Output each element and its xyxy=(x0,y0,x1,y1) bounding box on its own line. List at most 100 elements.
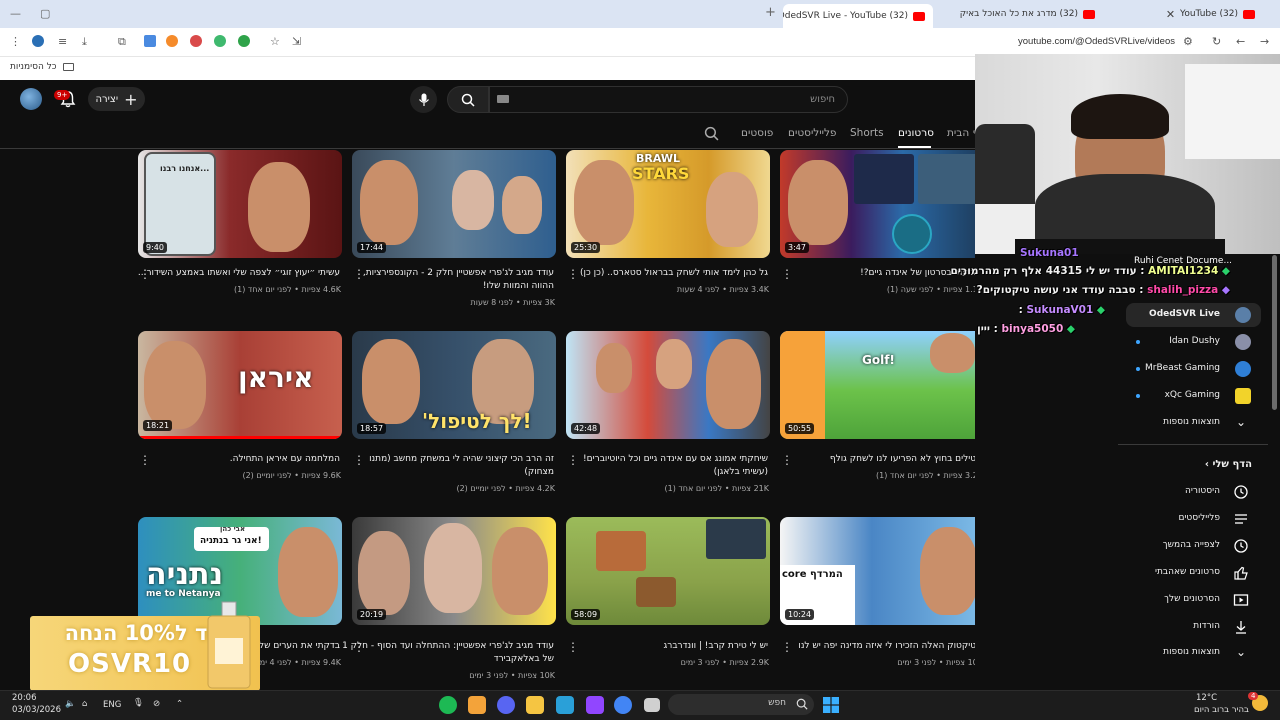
more-actions-icon[interactable]: ⋮ xyxy=(781,267,793,281)
extension-icon[interactable] xyxy=(190,35,202,47)
sidebar-item-odedsvr-live[interactable]: OdedSVR Live xyxy=(1126,303,1261,327)
chrome-icon[interactable] xyxy=(614,696,632,714)
more-actions-icon[interactable]: ⋮ xyxy=(567,453,579,467)
video-title[interactable]: שיחקתי אמונג אס עם אינדה גיים וכל היוטיו… xyxy=(556,453,768,479)
search-input[interactable]: חיפוש xyxy=(489,86,848,113)
voice-search-button[interactable] xyxy=(410,86,437,113)
more-actions-icon[interactable]: ⋮ xyxy=(353,267,365,281)
sidebar-scrollbar[interactable] xyxy=(1272,255,1277,410)
sidebar-item-liked-videos[interactable]: סרטונים שאהבתי xyxy=(1126,561,1261,585)
more-actions-icon[interactable]: ⋮ xyxy=(139,267,151,281)
forward-icon[interactable]: → xyxy=(1260,35,1269,48)
sidebar-item-watch-later[interactable]: לצפייה בהמשך xyxy=(1126,534,1261,558)
video-thumbnail[interactable]: 42:48 xyxy=(566,331,770,439)
task-view-icon[interactable] xyxy=(644,698,660,712)
video-thumbnail[interactable]: BRAWL STARS 25:30 xyxy=(566,150,770,258)
video-title[interactable]: יש לי טירת קרב! | וונדרברג xyxy=(556,640,768,653)
sidebar-item-downloads[interactable]: הורדות xyxy=(1126,615,1261,639)
search-button[interactable] xyxy=(447,86,489,113)
taskbar-search-input[interactable]: חפש xyxy=(668,694,814,715)
all-bookmarks[interactable]: כל הסימניות xyxy=(10,62,74,72)
close-tab-icon[interactable]: ✕ xyxy=(1166,8,1175,21)
video-title[interactable]: הטיקטוק האלה הזכירו לי איזה מדינה יפה יש… xyxy=(770,640,982,653)
obs-icon[interactable] xyxy=(586,696,604,714)
media-control-icon[interactable]: ≡ xyxy=(58,35,67,48)
reload-icon[interactable]: ↻ xyxy=(1212,35,1221,48)
sidebar-show-more[interactable]: ⌄ תוצאות נוספות xyxy=(1126,641,1261,665)
bookmark-star-icon[interactable]: ☆ xyxy=(270,35,280,48)
file-explorer-icon[interactable] xyxy=(526,696,544,714)
video-thumbnail[interactable]: 'לך לטיפול! 18:57 xyxy=(352,331,556,439)
new-tab-button[interactable]: + xyxy=(765,5,776,20)
start-menu-icon[interactable] xyxy=(823,697,839,713)
app-icon[interactable] xyxy=(468,696,486,714)
more-actions-icon[interactable]: ⋮ xyxy=(353,453,365,467)
back-icon[interactable]: ← xyxy=(1236,35,1245,48)
sidebar-item-mrbeast-gaming[interactable]: MrBeast Gaming xyxy=(1126,357,1261,381)
video-title[interactable]: גל כהן לימד אותי לשחק בבראול סטארס.. (כן… xyxy=(556,267,768,280)
tab-odedsvr-live[interactable]: (32) OdedSVR Live - YouTube ✕ xyxy=(783,4,933,28)
open-in-app-icon[interactable]: ⇲ xyxy=(292,35,301,48)
mute-icon[interactable]: ⊘ xyxy=(153,699,160,709)
more-actions-icon[interactable]: ⋮ xyxy=(353,640,365,654)
volume-icon[interactable]: 🔈 xyxy=(65,699,76,709)
video-title[interactable]: עודד מגיב לג'פרי אפשטיין: ההתחלה ועד הסו… xyxy=(342,640,554,666)
sidebar-item-xqc-gaming[interactable]: xQc Gaming xyxy=(1126,384,1261,408)
discord-icon[interactable] xyxy=(497,696,515,714)
weather-temp[interactable]: 12°C xyxy=(1196,693,1217,703)
grammarly-icon[interactable] xyxy=(238,35,250,47)
create-button[interactable]: + יצירה xyxy=(88,87,145,111)
video-thumbnail[interactable]: איראן 18:21 xyxy=(138,331,342,439)
url-field[interactable]: youtube.com/@OdedSVRLive/videos xyxy=(1018,36,1175,47)
profile-icon[interactable] xyxy=(32,35,44,47)
video-thumbnail[interactable]: core המרדף 10:24 xyxy=(780,517,984,625)
chevron-up-icon[interactable]: ⌃ xyxy=(176,699,183,709)
menu-dots-icon[interactable]: ⋮ xyxy=(10,35,21,48)
video-thumbnail[interactable]: Golf! 50:55 xyxy=(780,331,984,439)
video-thumbnail[interactable]: 20:19 xyxy=(352,517,556,625)
extension-icon[interactable] xyxy=(214,35,226,47)
avatar[interactable] xyxy=(20,88,42,110)
video-title[interactable]: עשיתי ״יעוץ זוגי״ לצפה שלי ואשתו באמצע ה… xyxy=(128,267,340,280)
microphone-icon[interactable]: 🎙 xyxy=(133,698,144,708)
language-indicator[interactable]: ENG xyxy=(103,700,121,710)
keyboard-icon[interactable] xyxy=(497,95,509,103)
restore-icon[interactable]: ▢ xyxy=(40,7,50,20)
video-title[interactable]: הטילים בחוץ לא הפריעו לנו לשחק גולף xyxy=(770,453,982,466)
sidebar-item-idan-dushy[interactable]: Idan Dushy xyxy=(1126,330,1261,354)
network-icon[interactable]: ⌂ xyxy=(82,699,87,709)
extension-icon[interactable] xyxy=(144,35,156,47)
video-thumbnail[interactable]: 58:09 xyxy=(566,517,770,625)
video-title[interactable]: עודד מגיב לג'פרי אפשטיין חלק 2 - הקונספי… xyxy=(342,267,554,293)
tab-ikea[interactable]: (32) מדרג את כל האוכל באיקאה ✕ xyxy=(960,4,1095,24)
sidebar-item-playlists[interactable]: פלייליסטים xyxy=(1126,507,1261,531)
more-actions-icon[interactable]: ⋮ xyxy=(139,453,151,467)
site-settings-icon[interactable]: ⚙ xyxy=(1183,35,1193,48)
video-thumbnail[interactable]: 3:47 xyxy=(780,150,984,258)
you-section-title[interactable]: הדף שלי › xyxy=(1205,459,1252,470)
more-actions-icon[interactable]: ⋮ xyxy=(781,640,793,654)
more-actions-icon[interactable]: ⋮ xyxy=(567,267,579,281)
sidebar-item-your-videos[interactable]: הסרטונים שלך xyxy=(1126,588,1261,612)
sidebar-item-history[interactable]: היסטוריה xyxy=(1126,480,1261,504)
tab-youtube[interactable]: (32) YouTube ✕ xyxy=(1105,4,1255,24)
spotify-icon[interactable] xyxy=(439,696,457,714)
minimize-icon[interactable]: — xyxy=(10,7,21,20)
chat-message: ◆ binya5050 : ייין xyxy=(977,323,1075,335)
more-actions-icon[interactable]: ⋮ xyxy=(567,640,579,654)
video-thumbnail[interactable]: 17:44 xyxy=(352,150,556,258)
sidebar-show-more[interactable]: ⌄ תוצאות נוספות xyxy=(1126,411,1261,435)
video-title[interactable]: זה הרב הכי קיצוני שהיה לי במשחק מחשב (מת… xyxy=(342,453,554,479)
tab-videos[interactable]: סרטונים xyxy=(898,127,934,139)
extensions-icon[interactable]: ⧉ xyxy=(118,35,126,49)
telegram-icon[interactable] xyxy=(556,696,574,714)
tab-shorts[interactable]: Shorts xyxy=(850,127,884,139)
video-thumbnail[interactable]: אנחנו רבנו... 9:40 xyxy=(138,150,342,258)
video-title[interactable]: המלחמה עם איראן התחילה. xyxy=(128,453,340,466)
channel-search-icon[interactable] xyxy=(704,126,719,141)
tab-playlists[interactable]: פלייליסטים xyxy=(788,127,836,139)
extension-icon[interactable] xyxy=(166,35,178,47)
more-actions-icon[interactable]: ⋮ xyxy=(781,453,793,467)
tab-posts[interactable]: פוסטים xyxy=(741,127,773,139)
download-icon[interactable]: ⤓ xyxy=(82,35,87,49)
